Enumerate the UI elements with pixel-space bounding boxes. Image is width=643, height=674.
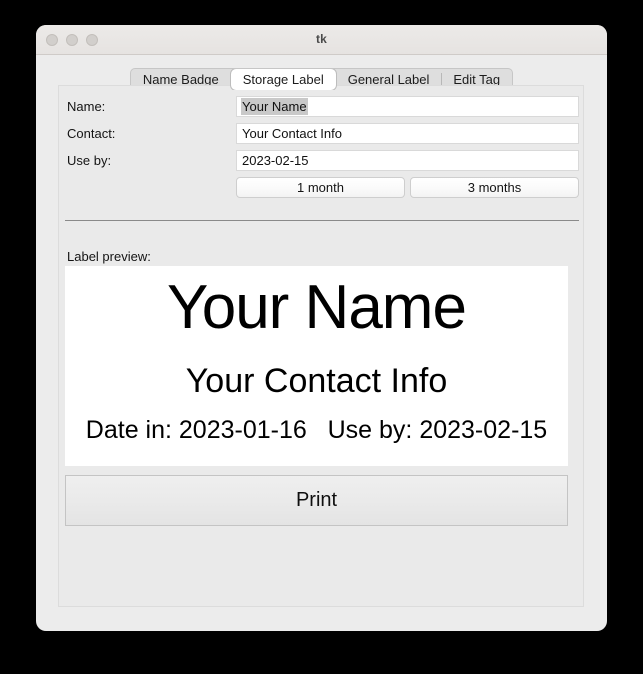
tab-storage-label[interactable]: Storage Label bbox=[230, 68, 336, 90]
contact-input[interactable]: Your Contact Info bbox=[236, 123, 579, 144]
print-button-label: Print bbox=[295, 489, 338, 511]
label-preview-heading: Label preview: bbox=[67, 249, 151, 264]
contact-input-value: Your Contact Info bbox=[242, 126, 342, 141]
preview-name-text: Your Name bbox=[167, 273, 467, 342]
form-row-use-by: Use by: 2023-02-15 bbox=[65, 147, 579, 174]
use-by-input[interactable]: 2023-02-15 bbox=[236, 150, 579, 171]
one-month-label: 1 month bbox=[297, 180, 344, 195]
use-by-field-label: Use by: bbox=[67, 153, 112, 168]
quick-date-buttons: 1 month 3 months bbox=[65, 174, 579, 201]
application-window: tk Name Badge Storage Label General Labe… bbox=[36, 25, 607, 631]
print-button[interactable]: Print bbox=[65, 475, 568, 526]
form-row-contact: Contact: Your Contact Info bbox=[65, 120, 579, 147]
one-month-button[interactable]: 1 month bbox=[236, 177, 405, 198]
name-input-value: Your Name bbox=[241, 98, 308, 115]
three-months-label: 3 months bbox=[467, 180, 522, 195]
storage-label-panel: Name: Your Name Contact: Your Contact In… bbox=[58, 85, 584, 607]
label-preview-canvas: Your Name Your Contact Info Date in: 202… bbox=[65, 266, 568, 466]
form-row-name: Name: Your Name bbox=[65, 93, 579, 120]
name-field-label: Name: bbox=[67, 99, 106, 114]
preview-contact-text: Your Contact Info bbox=[185, 362, 448, 400]
three-months-button[interactable]: 3 months bbox=[410, 177, 579, 198]
section-separator bbox=[65, 220, 579, 221]
window-title: tk bbox=[315, 32, 328, 46]
use-by-input-value: 2023-02-15 bbox=[242, 153, 309, 168]
contact-field-label: Contact: bbox=[67, 126, 116, 141]
preview-dates-text: Date in: 2023-01-16 Use by: 2023-02-15 bbox=[85, 416, 548, 444]
tab-label: Storage Label bbox=[242, 71, 324, 87]
name-input[interactable]: Your Name bbox=[236, 96, 579, 117]
title-bar: tk bbox=[36, 25, 607, 55]
storage-label-form: Name: Your Name Contact: Your Contact In… bbox=[65, 93, 579, 201]
